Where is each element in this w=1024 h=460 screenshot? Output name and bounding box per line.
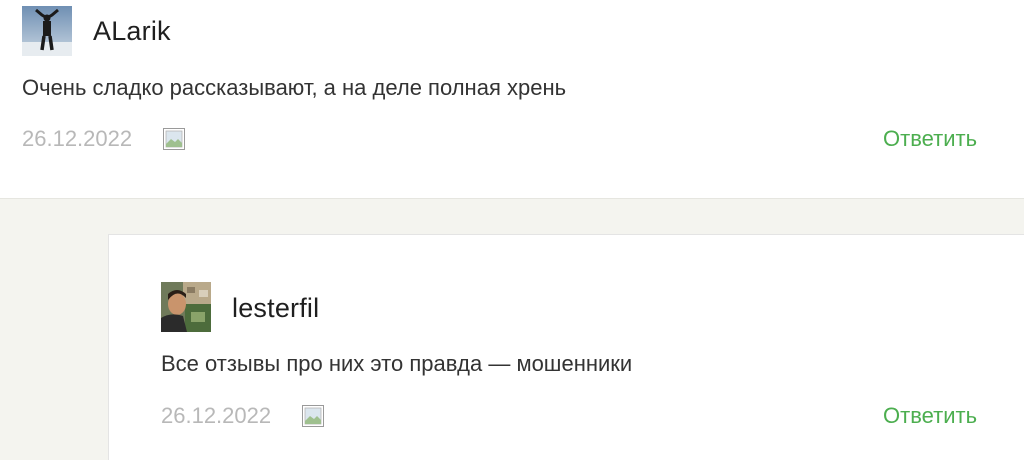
avatar[interactable] [22,6,72,56]
comment-alarik: ALarik Очень сладко рассказывают, а на д… [0,0,1024,200]
broken-image-icon [302,405,324,427]
broken-image-icon [163,128,185,150]
reply-button[interactable]: Ответить [883,403,977,429]
comment-text: Все отзывы про них это правда — мошенник… [161,351,633,376]
comment-lesterfil: lesterfil Все отзывы про них это правда … [108,234,1024,460]
comment-author[interactable]: lesterfil [232,293,319,324]
comment-text: Очень сладко рассказывают, а на деле пол… [22,75,567,100]
reply-button[interactable]: Ответить [883,126,977,152]
comment-date: 26.12.2022 [161,403,272,428]
avatar[interactable] [161,282,211,332]
comment-date: 26.12.2022 [22,126,133,151]
comment-author[interactable]: ALarik [93,16,171,47]
